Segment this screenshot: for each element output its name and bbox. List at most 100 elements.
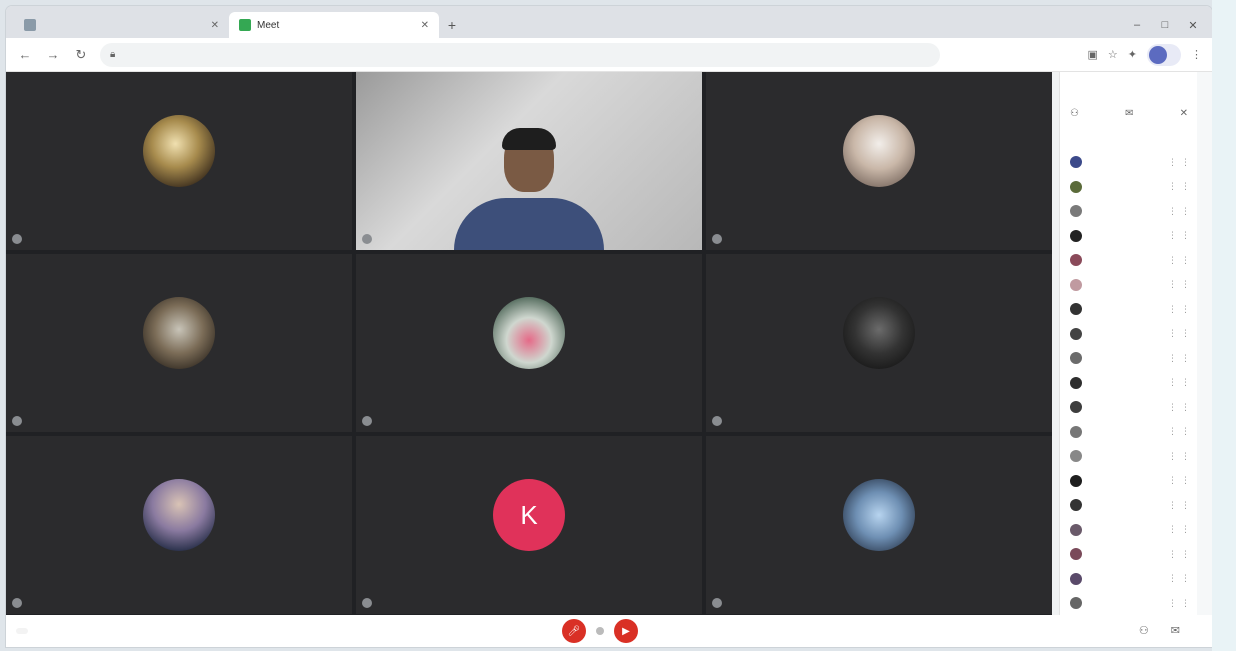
mic-icon[interactable]: ⋮⋮ [1168, 598, 1194, 609]
people-icon: ⚇ [1138, 624, 1149, 637]
lock-icon: 🔒︎ [110, 49, 116, 60]
mic-icon[interactable]: ⋮⋮ [1168, 328, 1194, 339]
window-controls: – □ ✕ [1130, 19, 1212, 38]
mic-icon[interactable]: ⋮⋮ [1168, 524, 1194, 535]
chat-button[interactable]: ✉ [1171, 624, 1180, 639]
mic-icon[interactable]: ⋮⋮ [1168, 353, 1194, 364]
participant-avatar: K [493, 479, 565, 551]
meet-favicon-icon [239, 19, 251, 31]
side-scrollbar[interactable] [1197, 72, 1212, 615]
participant-avatar [1070, 572, 1082, 585]
participant-row[interactable]: ⋮⋮ [1070, 395, 1194, 420]
participant-row[interactable]: ⋮⋮ [1070, 273, 1194, 298]
people-button[interactable]: ⚇ [1139, 624, 1149, 639]
mic-icon[interactable]: ⋮⋮ [1168, 549, 1194, 560]
participant-tile[interactable] [706, 436, 1052, 614]
participant-tile[interactable] [706, 254, 1052, 432]
participant-row[interactable]: ⋮⋮ [1070, 542, 1194, 567]
call-controls: 🎤︎ ▶ [562, 619, 638, 643]
participant-row[interactable]: ⋮⋮ [1070, 591, 1194, 616]
mic-icon[interactable]: ⋮⋮ [1168, 279, 1194, 290]
mic-icon[interactable]: ⋮⋮ [1168, 230, 1194, 241]
mic-off-icon [712, 234, 722, 244]
star-icon[interactable]: ☆ [1108, 48, 1118, 61]
close-tab-icon[interactable]: ✕ [421, 20, 429, 31]
mic-icon[interactable]: ⋮⋮ [1168, 426, 1194, 437]
mic-icon[interactable]: ⋮⋮ [1168, 377, 1194, 388]
mic-icon[interactable]: ⋮⋮ [1168, 402, 1194, 413]
participant-row[interactable]: ⋮⋮ [1070, 444, 1194, 469]
close-window-icon[interactable]: ✕ [1186, 19, 1200, 32]
mic-off-icon [12, 598, 22, 608]
participant-row[interactable]: ⋮⋮ [1070, 322, 1194, 347]
mic-off-icon [362, 416, 372, 426]
mic-icon[interactable]: ⋮⋮ [1168, 181, 1194, 192]
extensions-icon[interactable]: ✦ [1128, 48, 1137, 61]
participant-row[interactable]: ⋮⋮ [1070, 346, 1194, 371]
browser-toolbar: ← → ↻ 🔒︎ ▣ ☆ ✦ ⋮ [6, 38, 1212, 72]
participant-row[interactable]: ⋮⋮ [1070, 493, 1194, 518]
reload-icon[interactable]: ↻ [72, 47, 90, 63]
mic-icon[interactable]: ⋮⋮ [1168, 157, 1194, 168]
participant-row[interactable]: ⋮⋮ [1070, 297, 1194, 322]
participant-avatar [1070, 303, 1082, 316]
participant-avatar [1070, 180, 1082, 193]
participant-avatar [1070, 352, 1082, 365]
participant-row[interactable]: ⋮⋮ [1070, 420, 1194, 445]
participant-avatar [1070, 425, 1082, 438]
participant-row[interactable]: ⋮⋮ [1070, 150, 1194, 175]
mic-toggle-button[interactable]: 🎤︎ [562, 619, 586, 643]
mic-icon[interactable]: ⋮⋮ [1168, 500, 1194, 511]
mic-icon[interactable]: ⋮⋮ [1168, 451, 1194, 462]
minimize-icon[interactable]: – [1130, 19, 1144, 32]
participant-row[interactable]: ⋮⋮ [1070, 371, 1194, 396]
back-icon[interactable]: ← [16, 47, 34, 62]
participant-row[interactable]: ⋮⋮ [1070, 567, 1194, 592]
close-tab-icon[interactable]: ✕ [211, 20, 219, 31]
participant-tile[interactable] [6, 254, 352, 432]
mic-icon[interactable]: ⋮⋮ [1168, 475, 1194, 486]
maximize-icon[interactable]: □ [1158, 19, 1172, 32]
mic-icon[interactable]: ⋮⋮ [1168, 573, 1194, 584]
participant-tile[interactable] [706, 72, 1052, 250]
participant-video-tile[interactable] [356, 72, 702, 250]
mic-icon[interactable]: ⋮⋮ [1168, 304, 1194, 315]
people-tab-icon[interactable]: ⚇ [1070, 108, 1079, 119]
meeting-bottom-bar: 🎤︎ ▶ ⚇ ✉ [6, 615, 1212, 647]
camera-icon[interactable]: ▣ [1088, 48, 1098, 61]
new-tab-button[interactable]: + [439, 12, 465, 38]
participant-avatar [1070, 450, 1082, 463]
tab-strip: ✕ Meet ✕ + – □ ✕ [6, 6, 1212, 38]
forward-icon[interactable]: → [44, 47, 62, 62]
participant-avatar [1070, 376, 1082, 389]
participant-avatar [1070, 523, 1082, 536]
participant-row[interactable]: ⋮⋮ [1070, 224, 1194, 249]
participant-row[interactable]: ⋮⋮ [1070, 175, 1194, 200]
meeting-details[interactable] [16, 628, 28, 634]
participant-row[interactable]: ⋮⋮ [1070, 518, 1194, 543]
mic-icon[interactable]: ⋮⋮ [1168, 206, 1194, 217]
participant-tile[interactable]: K [356, 436, 702, 614]
mic-icon[interactable]: ⋮⋮ [1168, 255, 1194, 266]
camera-toggle-button[interactable]: ▶ [614, 619, 638, 643]
participant-row[interactable]: ⋮⋮ [1070, 248, 1194, 273]
participant-tile[interactable] [6, 72, 352, 250]
browser-tab-active[interactable]: Meet ✕ [229, 12, 439, 38]
participant-avatar [1070, 597, 1082, 610]
address-bar[interactable]: 🔒︎ [100, 42, 940, 67]
participant-avatar [843, 297, 915, 369]
mic-off-icon [712, 598, 722, 608]
participant-avatar [143, 297, 215, 369]
participant-row[interactable]: ⋮⋮ [1070, 199, 1194, 224]
mic-off-icon [12, 234, 22, 244]
chat-tab-icon[interactable]: ✉ [1125, 108, 1133, 119]
browser-tab[interactable]: ✕ [14, 12, 229, 38]
panel-close-icon[interactable]: ✕ [1180, 108, 1188, 119]
tab-title: Meet [257, 19, 280, 31]
participant-row[interactable]: ⋮⋮ [1070, 469, 1194, 494]
profile-button[interactable] [1147, 43, 1181, 66]
menu-icon[interactable]: ⋮ [1191, 48, 1202, 61]
participant-avatar [1070, 327, 1082, 340]
participant-tile[interactable] [356, 254, 702, 432]
participant-tile[interactable] [6, 436, 352, 614]
